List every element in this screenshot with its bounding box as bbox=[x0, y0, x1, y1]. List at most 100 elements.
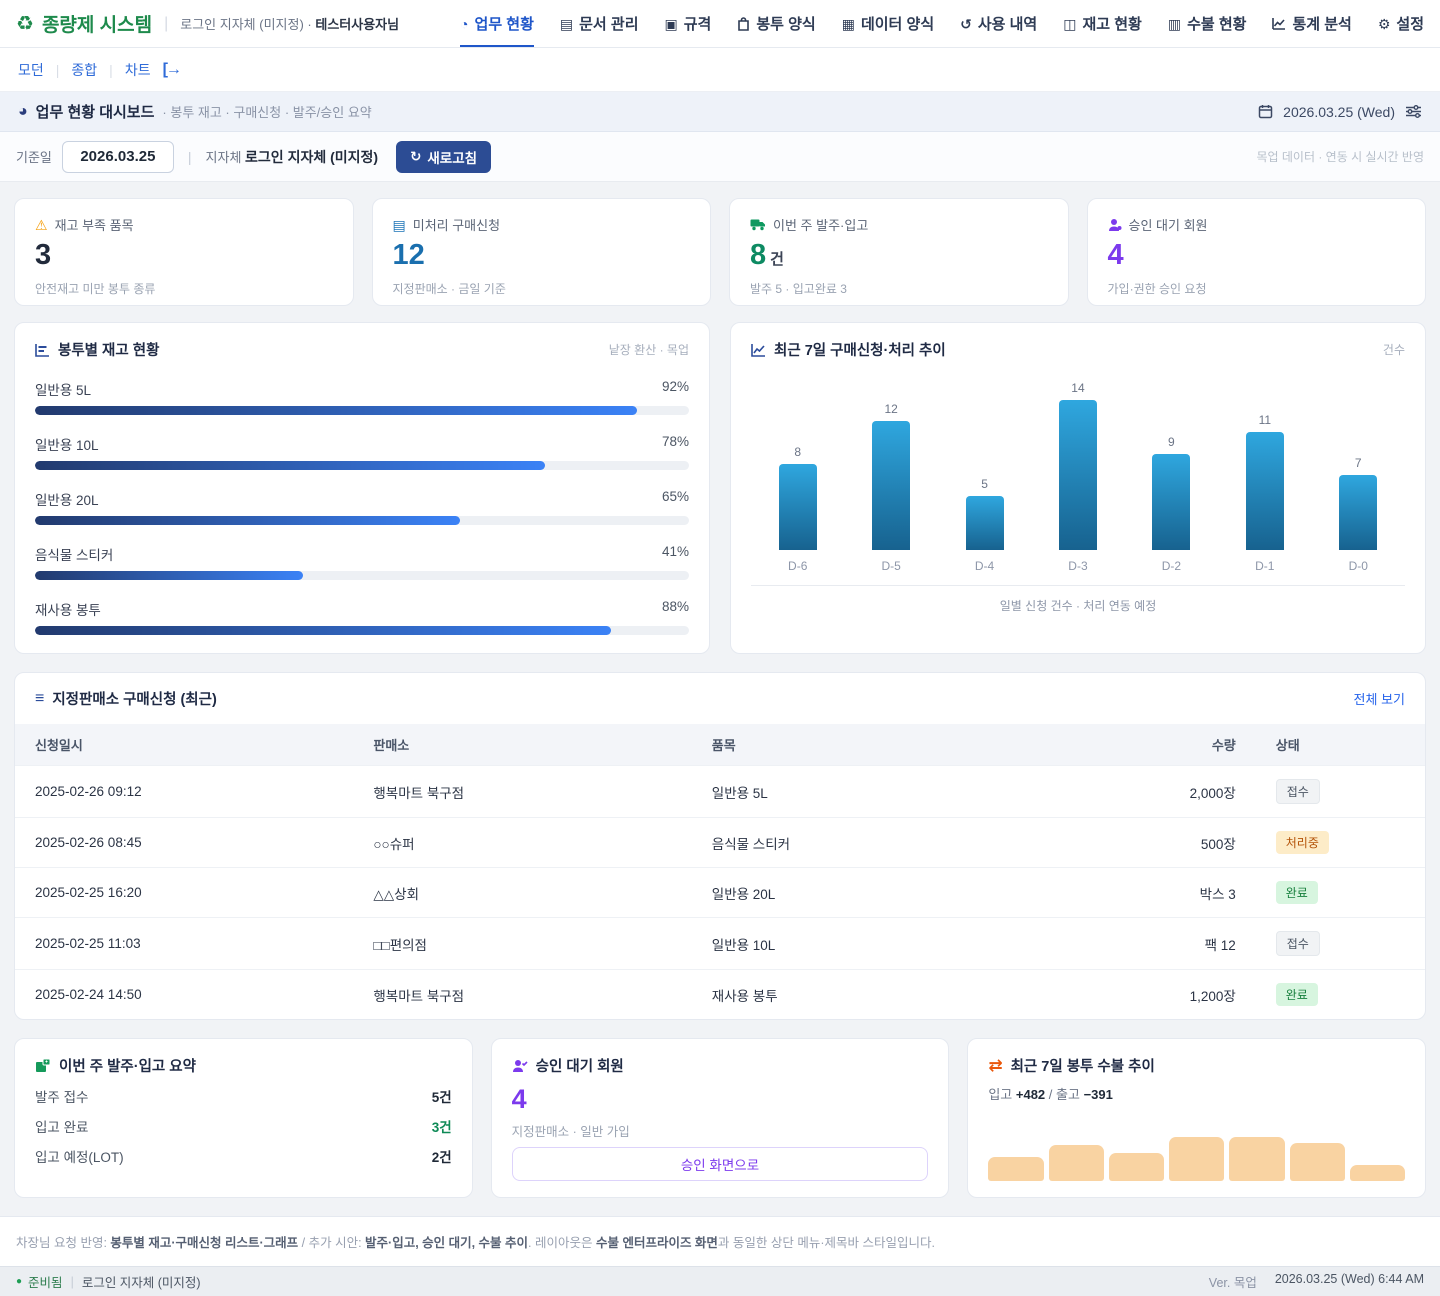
summary-label: 입고 완료 bbox=[35, 1116, 88, 1136]
col-header-qty: 수량 bbox=[1058, 724, 1255, 766]
chart-bar[interactable]: 14 bbox=[1059, 400, 1097, 550]
chart-bar[interactable]: 5 bbox=[966, 496, 1004, 550]
nav-work-status[interactable]: ◔ 업무 현황 bbox=[460, 0, 534, 47]
footer-note: 차장님 요청 반영: 봉투별 재고·구매신청 리스트·그래프 / 추가 시안: … bbox=[0, 1216, 1440, 1266]
spark-bar bbox=[988, 1157, 1043, 1181]
nav-stock-status[interactable]: ◫ 재고 현황 bbox=[1063, 0, 1142, 47]
bar-value-label: 11 bbox=[1259, 413, 1271, 427]
col-header-item: 품목 bbox=[692, 724, 1059, 766]
nav-data-form[interactable]: ▦ 데이터 양식 bbox=[842, 0, 934, 47]
view-link-summary[interactable]: 종합 bbox=[71, 60, 97, 80]
history-icon: ↺ bbox=[960, 17, 972, 31]
org-context: 지자체 로그인 지자체 (미지정) bbox=[206, 147, 379, 167]
nav-label: 재고 현황 bbox=[1082, 13, 1141, 34]
cell-qty: 500장 bbox=[1058, 818, 1255, 868]
cell-store: 행복마트 북구점 bbox=[353, 766, 691, 818]
app-header: ♻ 종량제 시스템 | 로그인 지자체 (미지정) · 테스터사용자님 ◔ 업무… bbox=[0, 0, 1440, 48]
nav-stats-analysis[interactable]: 통계 분석 bbox=[1272, 0, 1351, 47]
nav-label: 통계 분석 bbox=[1292, 13, 1351, 34]
note-bold: 수불 엔터프라이즈 화면 bbox=[596, 1236, 718, 1250]
pie-chart-icon: ◔ bbox=[460, 17, 468, 31]
ledger-icon: ▥ bbox=[1168, 17, 1181, 31]
inventory-bar bbox=[35, 516, 460, 525]
inventory-percent: 78% bbox=[662, 434, 689, 454]
kpi-card-pending-members[interactable]: 승인 대기 회원 4 가입·권한 승인 요청 bbox=[1087, 198, 1427, 306]
purchase-requests-table: 신청일시 판매소 품목 수량 상태 2025-02-26 09:12 행복마트 … bbox=[15, 724, 1425, 1019]
refresh-button[interactable]: ↻ 새로고침 bbox=[396, 141, 491, 173]
filter-sliders-icon[interactable] bbox=[1405, 104, 1422, 119]
titlebar-date[interactable]: 2026.03.25 (Wed) bbox=[1283, 104, 1395, 120]
nav-spec[interactable]: ▣ 규격 bbox=[665, 0, 712, 47]
kpi-value: 3 bbox=[35, 240, 333, 272]
inventory-percent: 92% bbox=[662, 379, 689, 399]
version-label: Ver. 목업 bbox=[1209, 1272, 1257, 1291]
bar-value-label: 5 bbox=[981, 477, 988, 491]
base-date-input[interactable] bbox=[62, 141, 174, 173]
org-label: 지자체 bbox=[206, 150, 242, 165]
person-check-icon bbox=[512, 1059, 528, 1073]
table-row[interactable]: 2025-02-25 11:03 □□편의점 일반용 10L 팩 12 접수 bbox=[15, 918, 1425, 970]
table-row[interactable]: 2025-02-26 09:12 행복마트 북구점 일반용 5L 2,000장 … bbox=[15, 766, 1425, 818]
x-tick: D-3 bbox=[1031, 559, 1124, 573]
bag-inventory-panel: 봉투별 재고 현황 낱장 환산 · 목업 일반용 5L92% 일반용 10L78… bbox=[14, 322, 710, 654]
table-row[interactable]: 2025-02-25 16:20 △△상회 일반용 20L 박스 3 완료 bbox=[15, 868, 1425, 918]
bar-chart-icon bbox=[35, 343, 50, 357]
spark-bar bbox=[1229, 1137, 1284, 1181]
view-all-link[interactable]: 전체 보기 bbox=[1354, 689, 1405, 708]
nav-doc-management[interactable]: ▤ 문서 관리 bbox=[560, 0, 639, 47]
kpi-card-week-orders[interactable]: 이번 주 발주·입고 8건 발주 5 · 입고완료 3 bbox=[729, 198, 1069, 306]
inventory-row: 일반용 10L 78% bbox=[35, 434, 689, 470]
kpi-card-low-stock[interactable]: ⚠ 재고 부족 품목 3 안전재고 미만 봉투 종류 bbox=[14, 198, 354, 306]
nav-ledger-status[interactable]: ▥ 수불 현황 bbox=[1168, 0, 1247, 47]
nav-settings[interactable]: ⚙ 설정 bbox=[1378, 0, 1424, 47]
go-approval-button[interactable]: 승인 화면으로 bbox=[512, 1147, 929, 1181]
view-link-chart[interactable]: 차트 bbox=[125, 60, 151, 80]
summary-row: 입고 완료3건 bbox=[35, 1116, 452, 1136]
nav-label: 수불 현황 bbox=[1187, 13, 1246, 34]
inventory-label: 일반용 10L bbox=[35, 434, 99, 454]
bar-value-label: 7 bbox=[1355, 456, 1362, 470]
separator: / bbox=[1049, 1087, 1056, 1102]
chart-bar[interactable]: 12 bbox=[872, 421, 910, 550]
dashboard-main: ⚠ 재고 부족 품목 3 안전재고 미만 봉투 종류 ▤ 미처리 구매신청 12… bbox=[0, 182, 1440, 1198]
bar-value-label: 14 bbox=[1071, 381, 1084, 395]
chart-divider bbox=[751, 585, 1405, 586]
kpi-value: 8건 bbox=[750, 240, 1048, 272]
status-badge: 완료 bbox=[1276, 881, 1318, 904]
nav-label: 데이터 양식 bbox=[861, 13, 934, 34]
x-tick: D-1 bbox=[1218, 559, 1311, 573]
chart-bar[interactable]: 11 bbox=[1246, 432, 1284, 550]
chart-column: 14 bbox=[1031, 400, 1124, 550]
x-tick: D-0 bbox=[1312, 559, 1405, 573]
card-title: 최근 7일 봉투 수불 추이 bbox=[1011, 1055, 1155, 1076]
summary-label: 발주 접수 bbox=[35, 1086, 88, 1106]
table-row[interactable]: 2025-02-24 14:50 행복마트 북구점 재사용 봉투 1,200장 … bbox=[15, 970, 1425, 1020]
cell-item: 재사용 봉투 bbox=[692, 970, 1059, 1020]
summary-row: 입고 예정(LOT)2건 bbox=[35, 1146, 452, 1166]
cell-qty: 2,000장 bbox=[1058, 766, 1255, 818]
panel-title: 최근 7일 구매신청·처리 추이 bbox=[774, 339, 946, 360]
cell-date: 2025-02-26 09:12 bbox=[15, 766, 353, 818]
list-icon: ≡ bbox=[35, 690, 44, 708]
spec-icon: ▣ bbox=[665, 17, 678, 31]
bar-value-label: 9 bbox=[1168, 435, 1175, 449]
chart-bar[interactable]: 7 bbox=[1339, 475, 1377, 550]
cell-date: 2025-02-26 08:45 bbox=[15, 818, 353, 868]
nav-bag-form[interactable]: 봉투 양식 bbox=[737, 0, 815, 47]
view-link-modern[interactable]: 모던 bbox=[18, 60, 44, 80]
kpi-label: 승인 대기 회원 bbox=[1129, 215, 1208, 234]
col-header-status: 상태 bbox=[1256, 724, 1425, 766]
summary-row: 발주 접수5건 bbox=[35, 1086, 452, 1106]
cell-qty: 팩 12 bbox=[1058, 918, 1255, 970]
app-logo[interactable]: ♻ 종량제 시스템 bbox=[16, 10, 152, 37]
chart-bar[interactable]: 9 bbox=[1152, 454, 1190, 550]
x-tick: D-6 bbox=[751, 559, 844, 573]
exit-icon[interactable]: [→ bbox=[163, 61, 180, 79]
dashboard-pie-icon: ◕ bbox=[18, 103, 28, 121]
warning-icon: ⚠ bbox=[35, 218, 48, 232]
chart-bar[interactable]: 8 bbox=[779, 464, 817, 550]
kpi-card-pending-requests[interactable]: ▤ 미처리 구매신청 12 지정판매소 · 금일 기준 bbox=[372, 198, 712, 306]
nav-usage-history[interactable]: ↺ 사용 내역 bbox=[960, 0, 1037, 47]
table-row[interactable]: 2025-02-26 08:45 ○○슈퍼 음식물 스티커 500장 처리중 bbox=[15, 818, 1425, 868]
cell-store: 행복마트 북구점 bbox=[353, 970, 691, 1020]
